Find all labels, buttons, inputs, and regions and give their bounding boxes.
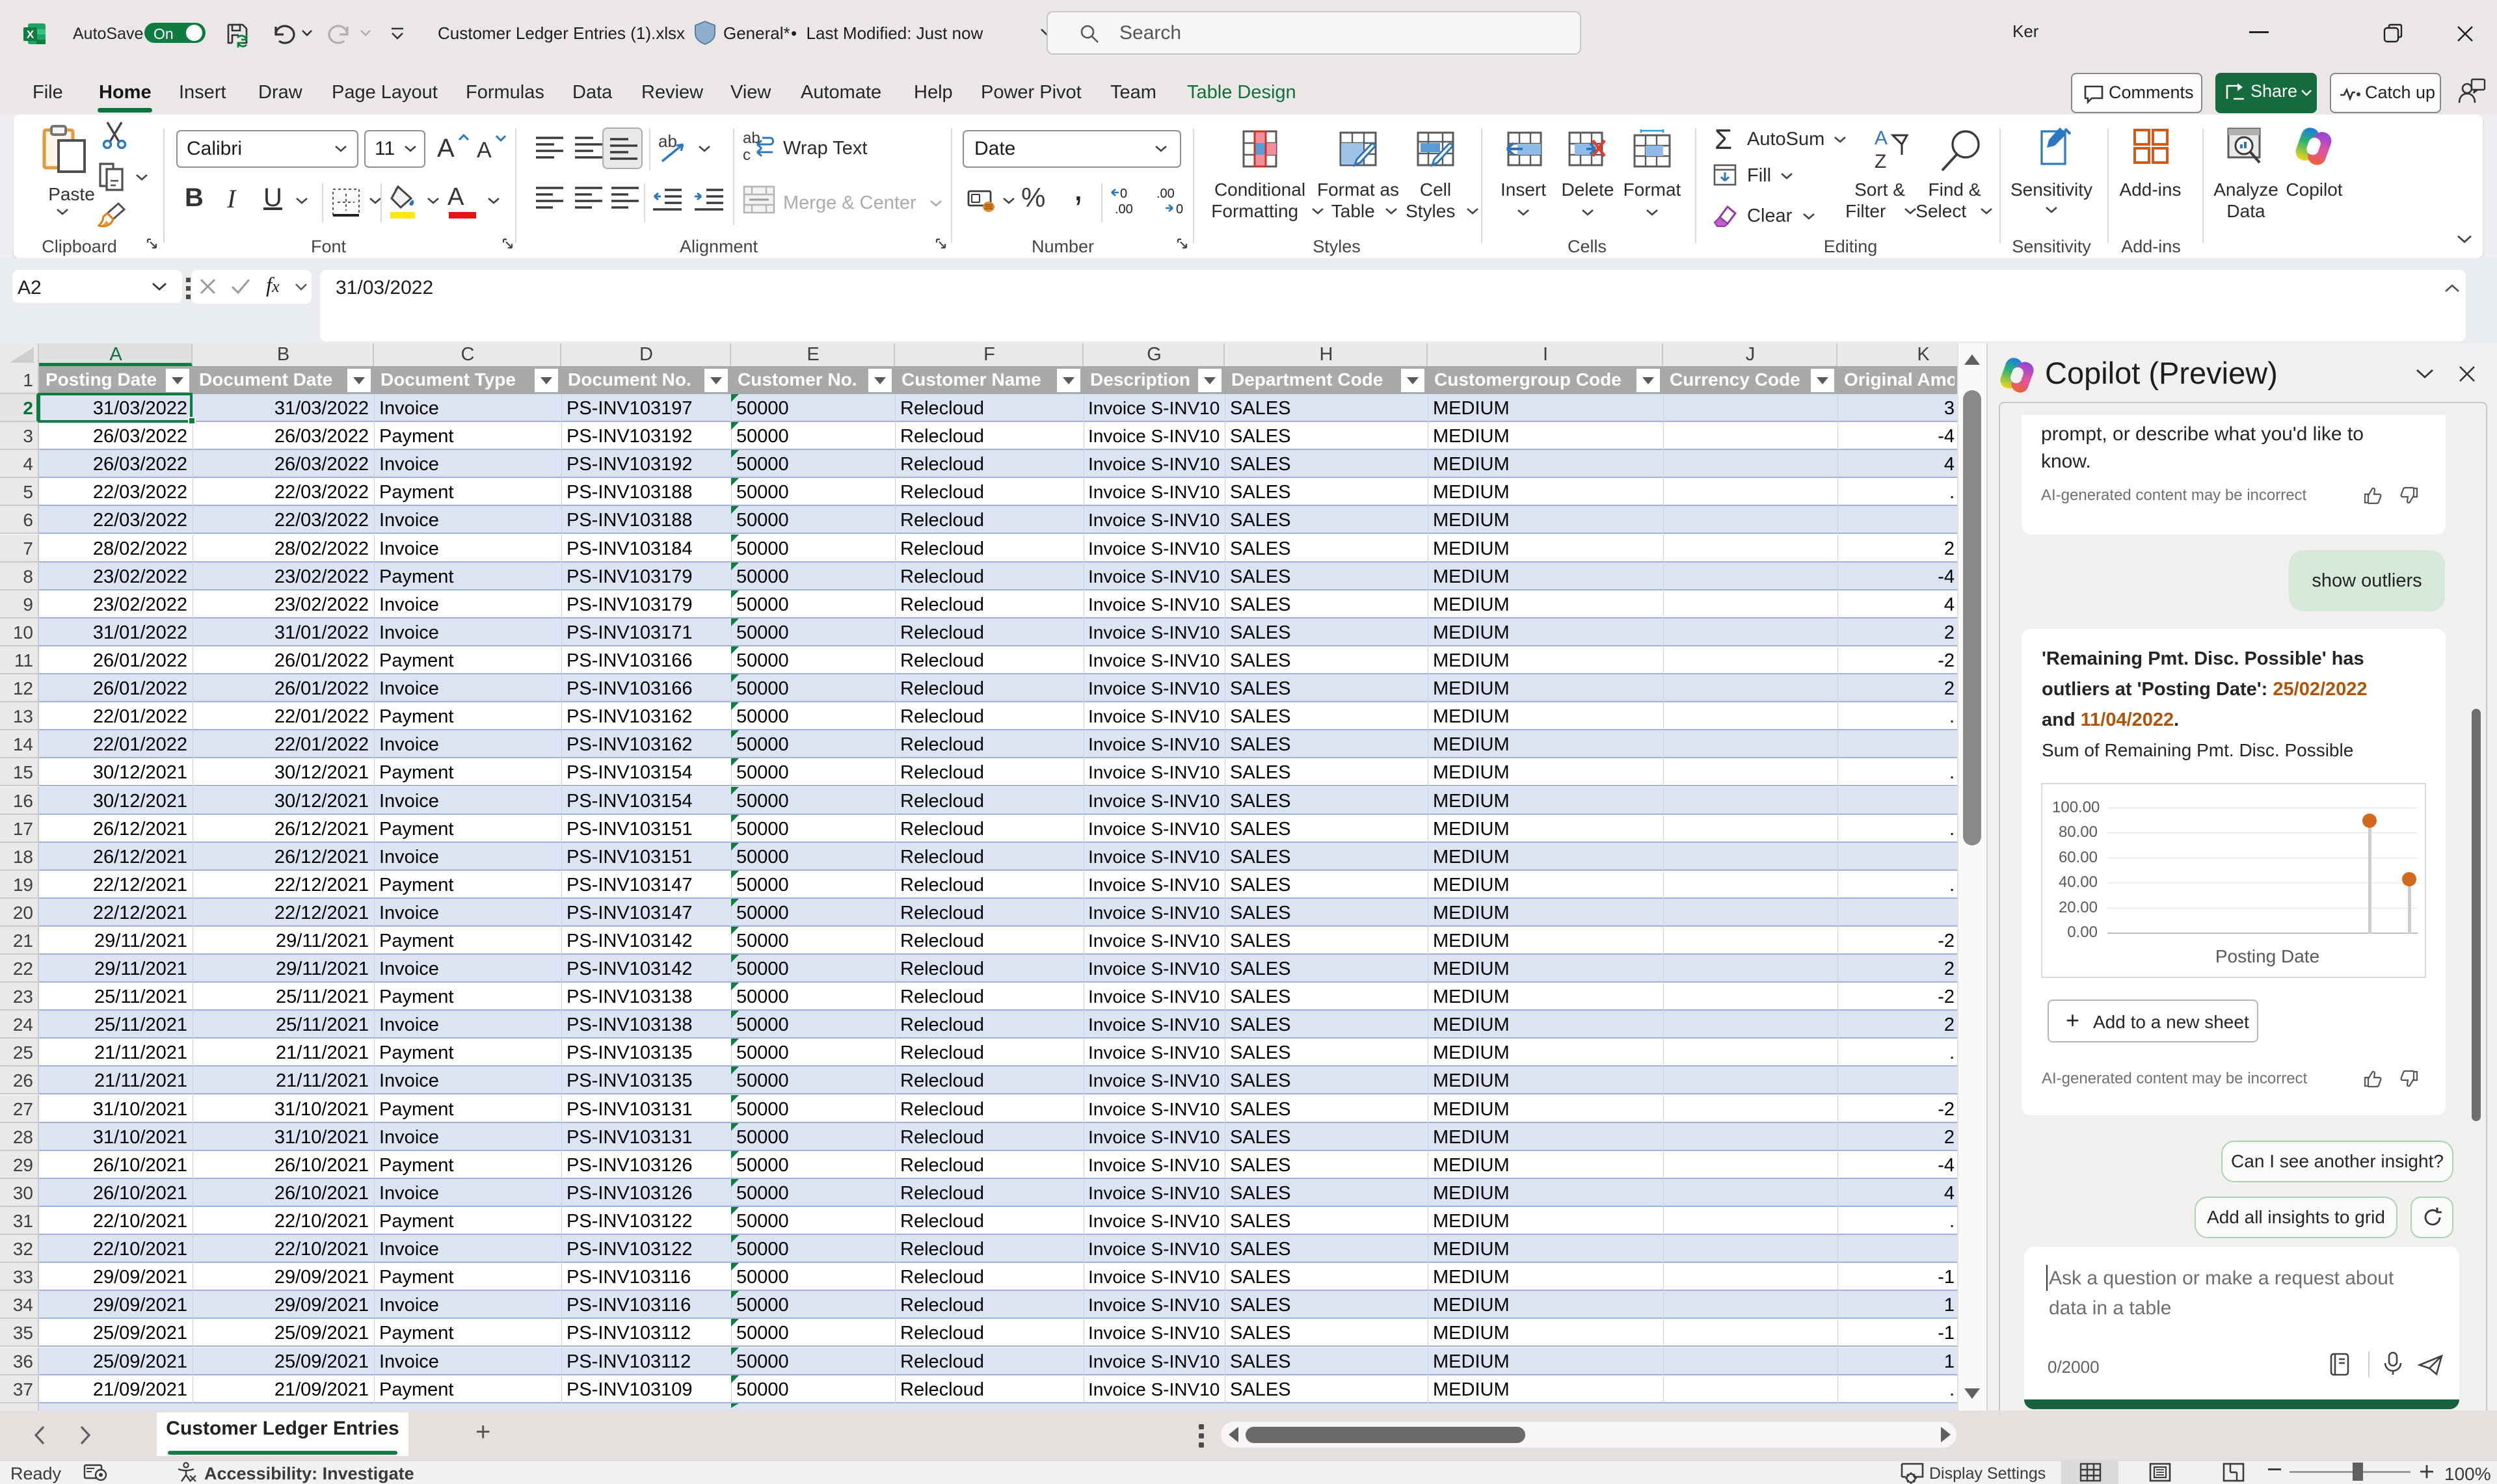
svg-text:.00: .00 (1156, 187, 1175, 201)
svg-text:Z: Z (1875, 151, 1886, 172)
svg-text:ab: ab (658, 133, 677, 151)
svg-text:0: 0 (1120, 187, 1127, 201)
svg-text:A: A (1875, 127, 1888, 149)
svg-text:X: X (27, 29, 34, 41)
svg-text:.00: .00 (1115, 202, 1133, 216)
svg-text:c: c (743, 146, 751, 164)
